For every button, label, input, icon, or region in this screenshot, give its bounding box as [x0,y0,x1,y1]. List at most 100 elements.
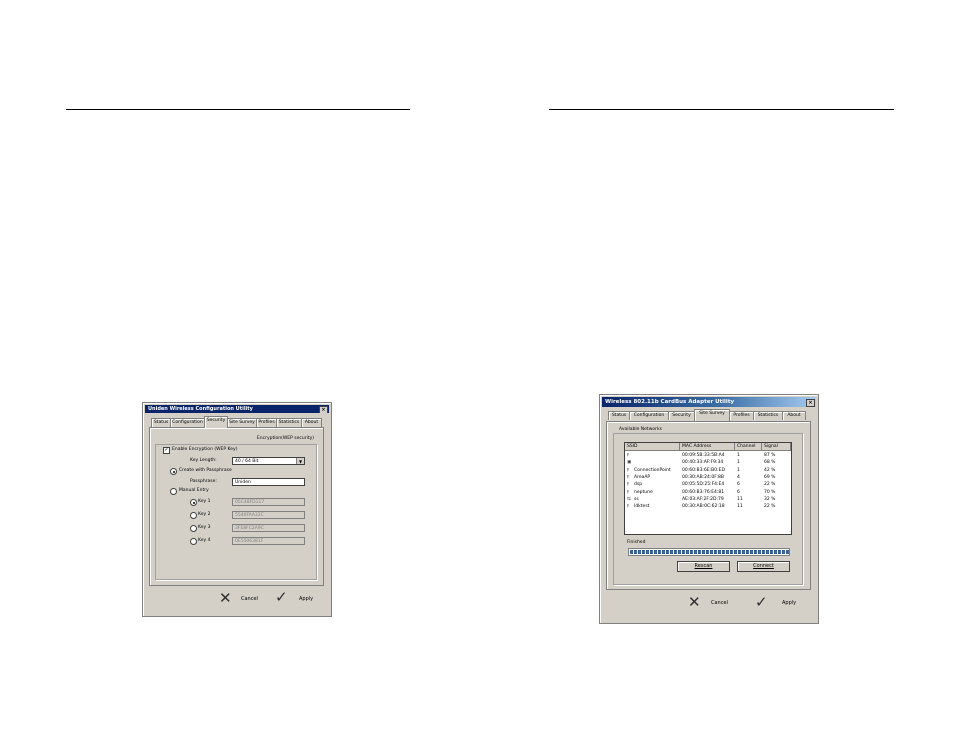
tab-security[interactable]: Security [204,416,228,428]
progress-segment [778,550,781,554]
tab-about[interactable]: About [301,418,322,427]
progress-segment [746,550,749,554]
progress-segment [726,550,729,554]
security-config-window: Uniden Wireless Configuration Utility × … [142,402,332,617]
column-header-signal[interactable]: Signal [762,443,791,451]
network-row[interactable]: ⇆ ss AE:03:AF:2F:2D:79 11 32 % [625,496,791,503]
key-4-radio[interactable] [190,538,197,545]
key-1-radio[interactable] [190,499,197,506]
check-icon: ✓ [755,593,768,611]
apply-action[interactable]: ✓ Apply [275,589,317,607]
network-row[interactable]: ▣ 00:40:33:AF:F9:34 1 68 % [625,459,791,466]
progress-segment [738,550,741,554]
network-row[interactable]: ⫯ ConnectionPoint 00:60:B3:6E:B0:ED 1 42 % [625,467,791,474]
key-3-radio[interactable] [190,525,197,532]
progress-segment [758,550,761,554]
signal-cell: 32 % [764,496,776,502]
tab-status[interactable]: Status [151,418,171,427]
antenna-icon: ⫯ [627,467,629,473]
networks-list[interactable]: SSID MAC Address Channel Signal ⫯ 00:09:5… [624,442,792,535]
progress-segment [678,550,681,554]
tab-statistics[interactable]: Statistics [276,418,302,427]
cancel-label: Cancel [711,600,728,606]
key-4-label: Key 4 [198,538,211,543]
column-header-ssid[interactable]: SSID [625,443,680,451]
progress-segment [634,550,637,554]
tab-strip: Status Configuration Security Site Surve… [608,409,808,421]
key-2-radio[interactable] [190,512,197,519]
passphrase-label: Passphrase: [190,479,217,484]
progress-segment [658,550,661,554]
create-passphrase-label: Create with Passphrase [179,468,232,473]
key-3-field[interactable]: 3FE8FC2A9C [232,524,305,532]
progress-segment [702,550,705,554]
signal-cell: 87 % [764,453,776,458]
progress-segment [734,550,737,554]
key-length-label: Key Length: [190,458,217,463]
mac-cell: AE:03:AF:2F:2D:79 [682,496,724,502]
mac-cell: 00:30:AB:24:0F:8B [682,474,724,480]
signal-cell: 42 % [764,467,776,473]
progress-segment [674,550,677,554]
key-1-field[interactable]: 05C48FD117 [232,498,305,506]
network-row[interactable]: ⫯ Idktest 00:30:AB:0C:62:18 11 22 % [625,503,791,510]
cancel-label: Cancel [241,596,258,602]
network-row[interactable]: ⫯ neptune 00:60:B3:76:E4:81 6 70 % [625,489,791,496]
connect-button[interactable]: Connect [737,561,790,572]
tab-site-survey[interactable]: Site Survey [694,409,730,421]
ssid-cell: ss [634,496,639,502]
header-rule-left [66,109,410,110]
key-3-label: Key 3 [198,525,211,530]
channel-cell: 1 [737,467,740,473]
chevron-down-icon[interactable]: ▼ [296,458,304,464]
manual-entry-label: Manual Entry [179,488,209,493]
key-length-select[interactable]: 40 / 64 Bit ▼ [232,457,305,465]
tab-configuration[interactable]: Configuration [629,411,669,420]
progress-segment [722,550,725,554]
column-header-channel[interactable]: Channel [735,443,762,451]
cancel-action[interactable]: ✕ Cancel [219,590,261,608]
network-row[interactable]: ⫯ AreaAP 00:30:AB:24:0F:8B 4 69 % [625,474,791,481]
network-row[interactable]: ⫯ dsp 00:05:5D:25:F4:E4 6 22 % [625,481,791,488]
close-button[interactable]: × [806,399,815,407]
progress-segment [786,550,789,554]
progress-segment [754,550,757,554]
rescan-button[interactable]: Rescan [677,561,730,572]
tab-about[interactable]: About [782,411,806,420]
tab-status[interactable]: Status [608,411,630,420]
key-4-field[interactable]: 0E5506381F [232,537,305,545]
channel-cell: 4 [737,474,740,480]
tab-site-survey[interactable]: Site Survey [227,418,257,427]
apply-action[interactable]: ✓ Apply [755,594,800,612]
progress-segment [690,550,693,554]
cancel-action[interactable]: ✕ Cancel [688,594,733,612]
key-1-label: Key 1 [198,499,211,504]
enable-encryption-checkbox[interactable]: ✓ [163,447,170,454]
progress-segment [686,550,689,554]
progress-segment [766,550,769,554]
create-passphrase-radio[interactable] [170,468,177,475]
passphrase-field[interactable]: Uniden [232,478,305,486]
ssid-cell: neptune [634,489,653,495]
progress-segment [642,550,645,554]
x-icon: ✕ [688,593,701,611]
antenna-icon: ⫯ [627,504,629,510]
tab-configuration[interactable]: Configuration [170,418,205,427]
progress-segment [706,550,709,554]
progress-segment [714,550,717,554]
tab-statistics[interactable]: Statistics [753,411,783,420]
tab-profiles[interactable]: Profiles [729,411,754,420]
column-header-mac[interactable]: MAC Address [680,443,735,451]
key-2-field[interactable]: 5540FAA32C [232,511,305,519]
security-panel: Encryption(WEP security) ✓ Enable Encryp… [149,427,324,586]
manual-entry-radio[interactable] [170,488,177,495]
tab-security[interactable]: Security [668,411,695,420]
window-titlebar: Uniden Wireless Configuration Utility × [145,405,329,413]
network-row[interactable]: ⫯ 00:09:5B:33:5B:A4 1 87 % [625,452,791,459]
antenna-icon: ⫯ [627,474,629,480]
progress-segment [742,550,745,554]
tab-profiles[interactable]: Profiles [256,418,277,427]
close-button[interactable]: × [319,406,328,413]
channel-cell: 1 [737,453,740,458]
progress-segment [770,550,773,554]
